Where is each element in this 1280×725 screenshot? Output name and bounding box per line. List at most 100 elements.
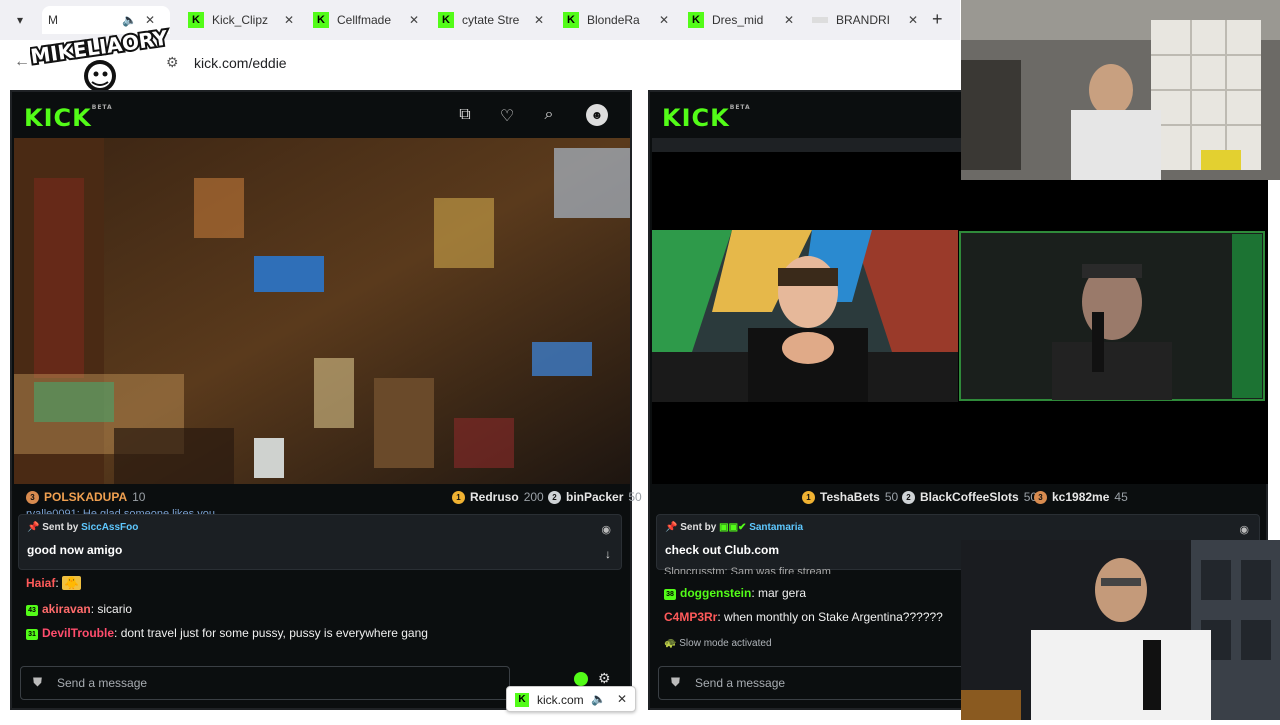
leader-name[interactable]: binPacker — [566, 490, 623, 504]
new-tab-plus-icon[interactable]: + — [932, 9, 943, 30]
kick-favicon-icon — [188, 12, 204, 28]
emote-icon: 🐥 — [62, 576, 81, 590]
speaker-icon[interactable]: 🔈 — [591, 692, 606, 706]
close-icon[interactable]: ✕ — [617, 692, 627, 706]
heart-icon[interactable]: ♡ — [498, 106, 516, 125]
close-tab-icon[interactable]: ✕ — [784, 13, 794, 27]
chat-message: 31 DevilTrouble: dont travel just for som… — [26, 626, 428, 640]
kick-favicon-icon: K — [515, 693, 529, 707]
chat-username[interactable]: doggenstein — [680, 586, 751, 600]
tab-title: BRANDRI — [836, 13, 891, 27]
chat-username[interactable]: akiravan — [42, 602, 91, 616]
close-tab-icon[interactable]: ✕ — [534, 13, 544, 27]
tab-brandri[interactable]: BRANDRI ✕ — [812, 6, 918, 34]
chat-message: 38 doggenstein: mar gera — [664, 586, 806, 600]
clip-icon[interactable]: ⧉ — [456, 106, 474, 124]
tab-title: Kick_Clipz — [212, 13, 269, 27]
close-tab-icon[interactable]: ✕ — [284, 13, 294, 27]
rank-badge: 2 — [548, 490, 561, 504]
slow-mode-icon: 🐢 — [664, 638, 680, 649]
leaderboard-entry: 1 Redruso 200 — [452, 488, 544, 506]
tab-blonderai[interactable]: BlondeRa ✕ — [563, 6, 669, 34]
leader-name[interactable]: Redruso — [470, 490, 519, 504]
hide-eye-icon[interactable]: ◉ — [1239, 523, 1249, 536]
sub-badge-icon: 31 — [26, 629, 38, 640]
leaderboard-entry: 3 POLSKADUPA 10 — [26, 488, 145, 506]
kick-favicon-icon — [563, 12, 579, 28]
tab-title: BlondeRa — [587, 13, 640, 27]
leaderboard-entry: 1 TeshaBets 50 — [802, 488, 898, 506]
leader-points: 10 — [132, 490, 146, 504]
webcam-bottom — [961, 540, 1280, 720]
webcam-top — [961, 0, 1280, 180]
leaderboard-entry: 2 binPacker 50 — [548, 488, 642, 506]
chat-username[interactable]: C4MP3Rr — [664, 610, 717, 624]
leader-points: 200 — [523, 490, 544, 504]
kick-favicon-icon — [313, 12, 329, 28]
pinned-sender-name[interactable]: SiccAssFoo — [81, 522, 138, 533]
chat-username[interactable]: Haiaf — [26, 576, 55, 590]
pinned-text: check out Club.com — [665, 543, 780, 557]
settings-gear-icon[interactable]: ⚙ — [598, 670, 611, 687]
tab-cellfmade[interactable]: Cellfmade ✕ — [313, 6, 419, 34]
chat-input[interactable]: ⛊ Send a message — [658, 666, 968, 700]
stream-video[interactable] — [652, 152, 1268, 484]
search-icon[interactable]: ⌕ — [540, 106, 558, 124]
popup-site[interactable]: kick.com — [537, 693, 584, 707]
rank-badge: 3 — [1034, 490, 1047, 504]
chat-input-placeholder: Send a message — [695, 676, 786, 690]
left-stream-panel: KICKBETA ⧉ ♡ ⌕ ☻ 3 POLSKADUPA 10 1 Redru… — [10, 90, 642, 710]
url-field[interactable]: kick.com/eddie — [194, 55, 287, 71]
slow-mode-notice: 🐢 Slow mode activated — [664, 638, 772, 649]
expand-arrow-icon[interactable]: ↓ — [605, 547, 611, 561]
avatar[interactable]: ☻ — [586, 104, 608, 126]
tab-search-chevron-icon[interactable]: ▾ — [8, 8, 32, 32]
stream-video[interactable] — [14, 138, 630, 484]
chat-username[interactable]: DevilTrouble — [42, 626, 114, 640]
sub-badge-icon: 38 — [664, 589, 676, 600]
leader-name[interactable]: TeshaBets — [820, 490, 880, 504]
leader-points: 50 — [884, 490, 899, 504]
chat-message-cut: Sloncrusstm: Sam was fire stream — [664, 566, 831, 574]
pinned-sender: 📌 Sent by ▣▣✔ Santamaria — [665, 522, 804, 533]
kick-logo[interactable]: KICKBETA — [662, 104, 751, 132]
back-arrow-icon[interactable]: ← — [14, 53, 30, 71]
pinned-message: 📌 Sent by SiccAssFoo good now amigo ◉ ↓ — [18, 514, 622, 570]
chat-message: 43 akiravan: sicario — [26, 602, 132, 616]
kick-logo[interactable]: KICKBETA — [24, 104, 113, 132]
chat-message: Haiaf: 🐥 — [26, 576, 81, 590]
leader-name[interactable]: BlackCoffeeSlots — [920, 490, 1019, 504]
tab-cytate[interactable]: cytate Stre ✕ — [438, 6, 544, 34]
badges-icon: ▣▣✔ — [719, 522, 747, 533]
close-tab-icon[interactable]: ✕ — [908, 13, 918, 27]
tab-dres-mid[interactable]: Dres_mid ✕ — [688, 6, 794, 34]
pin-icon: 📌 — [665, 522, 681, 533]
leaderboard-entry: 3 kc1982me 45 — [1034, 488, 1128, 506]
streamer-logo: MIKELIAORY — [27, 18, 172, 98]
shield-icon: ⛊ — [671, 675, 681, 689]
shield-icon: ⛊ — [33, 675, 43, 689]
tab-title: cytate Stre — [462, 13, 520, 27]
kick-favicon-icon — [438, 12, 454, 28]
close-tab-icon[interactable]: ✕ — [659, 13, 669, 27]
pin-icon: 📌 — [27, 522, 43, 533]
hide-eye-icon[interactable]: ◉ — [601, 523, 611, 536]
pinned-sender-name[interactable]: Santamaria — [749, 522, 803, 533]
leader-points: 45 — [1114, 490, 1128, 504]
kick-favicon-icon — [688, 12, 704, 28]
points-icon[interactable] — [574, 672, 588, 686]
leader-name[interactable]: POLSKADUPA — [44, 490, 127, 504]
leaderboard-entry: 2 BlackCoffeeSlots 50 — [902, 488, 1037, 506]
close-tab-icon[interactable]: ✕ — [409, 13, 419, 27]
rank-badge: 3 — [26, 490, 39, 504]
tab-title: Cellfmade — [337, 13, 392, 27]
tab-kick-clipz[interactable]: Kick_Clipz ✕ — [188, 6, 294, 34]
leader-points: 50 — [628, 490, 642, 504]
favicon-icon — [812, 17, 828, 23]
chat-input[interactable]: ⛊ Send a message — [20, 666, 510, 700]
kick-header: KICKBETA ⧉ ♡ ⌕ ☻ — [12, 92, 630, 138]
chat-input-placeholder: Send a message — [57, 676, 148, 690]
leader-name[interactable]: kc1982me — [1052, 490, 1109, 504]
rank-badge: 1 — [452, 490, 465, 504]
chat-message: C4MP3Rr: when monthly on Stake Argentina… — [664, 610, 943, 624]
